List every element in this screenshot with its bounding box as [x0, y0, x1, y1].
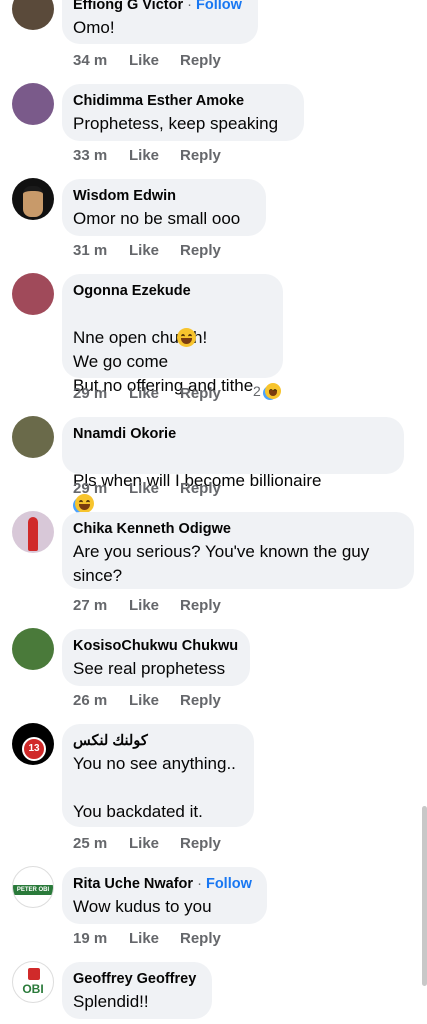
avatar[interactable]: OBI: [12, 961, 54, 1003]
like-button[interactable]: Like: [129, 835, 180, 852]
comment-text: Omo!: [73, 18, 115, 37]
avatar-banner: PETER OBI: [13, 885, 53, 895]
commenter-name[interactable]: Chidimma Esther Amoke: [73, 92, 292, 110]
reply-button[interactable]: Reply: [180, 835, 221, 852]
badge-icon: 13: [22, 737, 46, 761]
comment-bubble[interactable]: Nnamdi Okorie Pls when will I become bil…: [62, 417, 404, 537]
comment-bubble[interactable]: Chika Kenneth Odigwe Are you serious? Yo…: [62, 512, 414, 589]
commenter-name[interactable]: Effiong G Victor: [73, 0, 183, 13]
comment-text: Splendid!!: [73, 992, 149, 1011]
comment-meta: 33 m Like Reply: [73, 147, 221, 164]
comment-bubble[interactable]: KosisoChukwu Chukwu See real prophetess: [62, 629, 250, 686]
commenter-name[interactable]: Nnamdi Okorie: [73, 425, 392, 443]
reply-button[interactable]: Reply: [180, 597, 221, 614]
timestamp[interactable]: 33 m: [73, 147, 129, 164]
commenter-name[interactable]: Chika Kenneth Odigwe: [73, 520, 402, 538]
avatar[interactable]: [12, 628, 54, 670]
reply-button[interactable]: Reply: [180, 480, 221, 497]
like-button[interactable]: Like: [129, 242, 180, 259]
timestamp[interactable]: 25 m: [73, 835, 129, 852]
comment-text: See real prophetess: [73, 659, 226, 678]
comment-text: Wow kudus to you: [73, 897, 212, 916]
comment-meta: 25 m Like Reply: [73, 835, 221, 852]
comment-bubble[interactable]: Effiong G Victor · Follow Omo!: [62, 0, 258, 44]
avatar[interactable]: [12, 511, 54, 553]
comment-bubble[interactable]: Rita Uche Nwafor · Follow Wow kudus to y…: [62, 867, 267, 924]
comment-bubble[interactable]: Wisdom Edwin Omor no be small ooo: [62, 179, 266, 236]
avatar[interactable]: [12, 0, 54, 30]
commenter-name[interactable]: KosisoChukwu Chukwu: [73, 637, 238, 655]
comment-bubble[interactable]: Chidimma Esther Amoke Prophetess, keep s…: [62, 84, 304, 141]
reply-button[interactable]: Reply: [180, 930, 221, 947]
avatar-face-icon: [23, 186, 43, 217]
reaction-summary[interactable]: 2: [253, 383, 281, 399]
comment-bubble[interactable]: Ogonna Ezekude Nne open church! We go co…: [62, 274, 283, 395]
comment-bubble[interactable]: كولنك لنكس You no see anything.. You bac…: [62, 724, 254, 827]
flag-icon: [28, 968, 40, 980]
avatar-label: PETER OBI: [16, 887, 50, 893]
timestamp[interactable]: 31 m: [73, 242, 129, 259]
comment-meta: 29 m Like Reply: [73, 385, 221, 402]
comment-text: Omor no be small ooo: [73, 209, 241, 228]
commenter-name[interactable]: Geoffrey Geoffrey: [73, 970, 200, 988]
commenter-name[interactable]: Rita Uche Nwafor: [73, 876, 193, 892]
comment-meta: 19 m Like Reply: [73, 930, 221, 947]
timestamp[interactable]: 27 m: [73, 597, 129, 614]
comment-bubble[interactable]: Geoffrey Geoffrey Splendid!!: [62, 962, 212, 1019]
reply-button[interactable]: Reply: [180, 52, 221, 69]
avatar-logo: OBI: [13, 982, 53, 996]
laughing-reaction-icon: [264, 383, 281, 399]
comment-text: You no see anything.. You backdated it.: [73, 754, 236, 821]
reply-button[interactable]: Reply: [180, 242, 221, 259]
comment-text: Are you serious? You've known the guy si…: [73, 542, 370, 585]
like-button[interactable]: Like: [129, 597, 180, 614]
grinning-emoji-icon: [177, 328, 196, 347]
avatar-figure-icon: [28, 517, 38, 551]
reply-button[interactable]: Reply: [180, 147, 221, 164]
commenter-name[interactable]: Wisdom Edwin: [73, 187, 254, 205]
timestamp[interactable]: 26 m: [73, 692, 129, 709]
reaction-count: 2: [253, 383, 261, 399]
avatar[interactable]: [12, 178, 54, 220]
reply-button[interactable]: Reply: [180, 385, 221, 402]
avatar[interactable]: PETER OBI: [12, 866, 54, 908]
scrollbar[interactable]: [422, 806, 427, 986]
comment-meta: 29 m Like Reply: [73, 480, 221, 497]
comment-meta: 31 m Like Reply: [73, 242, 221, 259]
follow-button[interactable]: Follow: [206, 876, 252, 892]
comment-meta: 34 m Like Reply: [73, 52, 221, 69]
like-button[interactable]: Like: [129, 692, 180, 709]
like-button[interactable]: Like: [129, 480, 180, 497]
like-button[interactable]: Like: [129, 52, 180, 69]
avatar[interactable]: [12, 83, 54, 125]
separator-dot: ·: [197, 876, 202, 892]
comment-text: Prophetess, keep speaking: [73, 114, 279, 133]
separator-dot: ·: [187, 0, 192, 13]
like-button[interactable]: Like: [129, 147, 180, 164]
avatar[interactable]: [12, 273, 54, 315]
timestamp[interactable]: 29 m: [73, 480, 129, 497]
timestamp[interactable]: 19 m: [73, 930, 129, 947]
badge-number: 13: [28, 743, 40, 754]
avatar[interactable]: [12, 416, 54, 458]
like-button[interactable]: Like: [129, 385, 180, 402]
commenter-name[interactable]: Ogonna Ezekude: [73, 282, 271, 300]
avatar[interactable]: 13: [12, 723, 54, 765]
commenter-name[interactable]: كولنك لنكس: [73, 732, 242, 750]
follow-button[interactable]: Follow: [196, 0, 242, 13]
timestamp[interactable]: 34 m: [73, 52, 129, 69]
timestamp[interactable]: 29 m: [73, 385, 129, 402]
avatar-label: OBI: [22, 982, 44, 996]
comment-meta: 27 m Like Reply: [73, 597, 221, 614]
comment-meta: 26 m Like Reply: [73, 692, 221, 709]
like-button[interactable]: Like: [129, 930, 180, 947]
reply-button[interactable]: Reply: [180, 692, 221, 709]
